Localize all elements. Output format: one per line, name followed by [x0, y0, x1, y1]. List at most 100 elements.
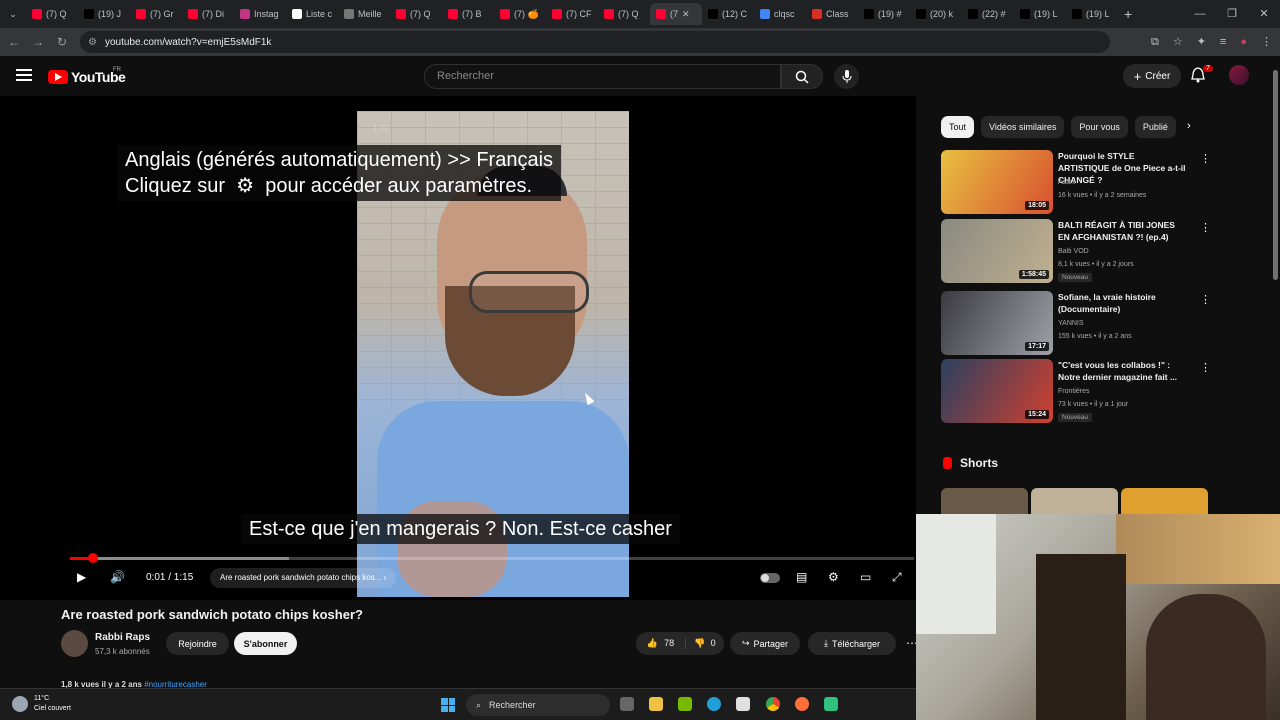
extensions-icon[interactable]: ✦: [1197, 28, 1206, 56]
recommended-channel[interactable]: YANNIS: [1058, 318, 1084, 330]
filter-chip[interactable]: Pour vous: [1071, 116, 1128, 138]
browser-tab[interactable]: (19) #: [858, 3, 910, 25]
more-options-icon[interactable]: ⋮: [1200, 221, 1211, 234]
app-icon[interactable]: [824, 697, 838, 711]
recommended-title[interactable]: Sofiane, la vraie histoire (Documentaire…: [1058, 291, 1186, 315]
channel-avatar[interactable]: [61, 630, 88, 657]
browser-tab[interactable]: (7) Di: [182, 3, 234, 25]
progress-bar[interactable]: [70, 553, 914, 563]
create-button[interactable]: + Créer: [1123, 64, 1181, 88]
forward-icon[interactable]: →: [26, 35, 50, 49]
tab-list-button[interactable]: ⌄: [0, 3, 26, 25]
site-info-icon[interactable]: ⚙: [88, 37, 97, 48]
browser-tab[interactable]: Instag: [234, 3, 286, 25]
minimize-icon[interactable]: —: [1184, 0, 1216, 28]
edge-icon[interactable]: [707, 697, 721, 711]
page-scrollbar[interactable]: [1271, 60, 1280, 514]
like-button[interactable]: 👍 78: [636, 638, 686, 649]
recommended-video[interactable]: 1:58:45 BALTI RÉAGIT À TIBI JONES EN AFGH…: [941, 219, 1211, 283]
subtitles-icon[interactable]: ▤: [796, 570, 807, 584]
chevron-right-icon[interactable]: ›: [1187, 120, 1191, 132]
browser-tab[interactable]: (7) Gr: [130, 3, 182, 25]
dislike-button[interactable]: 👎 0: [686, 638, 724, 649]
browser-menu-icon[interactable]: ⋮: [1261, 28, 1272, 56]
video-thumbnail[interactable]: 17:17: [941, 291, 1053, 355]
account-avatar[interactable]: [1229, 65, 1249, 85]
chapter-button[interactable]: Are roasted pork sandwich potato chips k…: [210, 568, 397, 588]
task-view-icon[interactable]: [620, 697, 634, 711]
filter-chip[interactable]: Vidéos similaires: [981, 116, 1065, 138]
recommended-title[interactable]: Pourquoi le STYLE ARTISTIQUE de One Piec…: [1058, 150, 1186, 186]
weather-widget[interactable]: 11°C Ciel couvert: [12, 694, 71, 714]
taskbar-search[interactable]: ⌕ Rechercher: [466, 694, 610, 716]
browser-tab[interactable]: (7) Q: [598, 3, 650, 25]
nvidia-icon[interactable]: [678, 697, 692, 711]
firefox-icon[interactable]: [795, 697, 809, 711]
browser-tab[interactable]: (12) C: [702, 3, 754, 25]
recommended-title[interactable]: BALTI RÉAGIT À TIBI JONES EN AFGHANISTAN…: [1058, 219, 1186, 243]
more-options-icon[interactable]: ⋮: [1200, 293, 1211, 306]
media-icon[interactable]: ≡: [1220, 28, 1226, 56]
install-app-icon[interactable]: ⧉: [1151, 28, 1159, 56]
browser-tab[interactable]: Liste c: [286, 3, 338, 25]
reload-icon[interactable]: ↻: [50, 35, 74, 49]
video-thumbnail[interactable]: 18:05: [941, 150, 1053, 214]
recommended-title[interactable]: "C'est vous les collabos !" : Notre dern…: [1058, 359, 1186, 383]
video-thumbnail[interactable]: 1:58:45: [941, 219, 1053, 283]
back-icon[interactable]: ←: [2, 35, 26, 49]
browser-tab[interactable]: (20) k: [910, 3, 962, 25]
voice-search-button[interactable]: [834, 64, 859, 89]
browser-tab[interactable]: (7) CF: [546, 3, 598, 25]
autoplay-toggle[interactable]: [760, 573, 780, 583]
browser-tab[interactable]: (7 ✕: [650, 3, 702, 25]
profile-icon[interactable]: ●: [1240, 28, 1247, 56]
volume-icon[interactable]: 🔊: [110, 570, 125, 584]
browser-tab[interactable]: clqsc: [754, 3, 806, 25]
download-button[interactable]: ⤓ Télécharger: [808, 632, 896, 655]
progress-scrubber[interactable]: [87, 553, 98, 563]
url-field[interactable]: ⚙ youtube.com/watch?v=emjE5sMdF1k: [80, 31, 1110, 53]
theater-mode-icon[interactable]: ▭: [860, 570, 871, 584]
channel-name[interactable]: Rabbi Raps: [95, 632, 150, 643]
browser-tab[interactable]: (7) B: [442, 3, 494, 25]
fullscreen-icon[interactable]: ⤢: [892, 570, 902, 585]
subscribe-button[interactable]: S'abonner: [234, 632, 297, 655]
new-tab-icon[interactable]: +: [1124, 6, 1132, 22]
browser-tab[interactable]: (7) Q: [390, 3, 442, 25]
join-button[interactable]: Rejoindre: [166, 632, 229, 655]
recommended-video[interactable]: 18:05 Pourquoi le STYLE ARTISTIQUE de One…: [941, 150, 1211, 214]
browser-tab[interactable]: Meille: [338, 3, 390, 25]
share-button[interactable]: ↪ Partager: [730, 632, 800, 655]
play-icon[interactable]: ▶: [77, 570, 86, 584]
bookmark-star-icon[interactable]: ☆: [1173, 28, 1183, 56]
browser-tab[interactable]: Class: [806, 3, 858, 25]
search-input[interactable]: Rechercher: [424, 64, 781, 89]
video-thumbnail[interactable]: 15:24: [941, 359, 1053, 423]
scrollbar-thumb[interactable]: [1273, 70, 1278, 280]
restore-icon[interactable]: ❐: [1216, 0, 1248, 28]
chrome-icon[interactable]: [766, 697, 780, 711]
filter-chip[interactable]: Tout: [941, 116, 975, 138]
store-icon[interactable]: [736, 697, 750, 711]
file-explorer-icon[interactable]: [649, 697, 663, 711]
more-options-icon[interactable]: ⋮: [1200, 152, 1211, 165]
recommended-channel[interactable]: Frontières: [1058, 386, 1090, 398]
browser-tab[interactable]: (7) 🍊: [494, 3, 546, 25]
close-window-icon[interactable]: ✕: [1248, 0, 1280, 28]
browser-tab[interactable]: (22) #: [962, 3, 1014, 25]
recommended-channel[interactable]: Asani: [1058, 177, 1076, 189]
settings-gear-icon[interactable]: ⚙: [828, 570, 839, 584]
close-tab-icon[interactable]: ✕: [682, 9, 690, 20]
filter-chip[interactable]: Publié: [1134, 116, 1176, 138]
windows-start-icon[interactable]: [441, 698, 455, 712]
browser-tab[interactable]: (19) L: [1066, 3, 1118, 25]
recommended-channel[interactable]: Balti VOD: [1058, 246, 1089, 258]
recommended-video[interactable]: 15:24 "C'est vous les collabos !" : Notre…: [941, 359, 1211, 423]
browser-tab[interactable]: (19) L: [1014, 3, 1066, 25]
search-button[interactable]: [781, 64, 823, 89]
menu-icon[interactable]: [16, 69, 32, 81]
browser-tab[interactable]: (7) Q: [26, 3, 78, 25]
recommended-video[interactable]: 17:17 Sofiane, la vraie histoire (Documen…: [941, 291, 1211, 355]
browser-tab[interactable]: (19) J: [78, 3, 130, 25]
more-options-icon[interactable]: ⋮: [1200, 361, 1211, 374]
